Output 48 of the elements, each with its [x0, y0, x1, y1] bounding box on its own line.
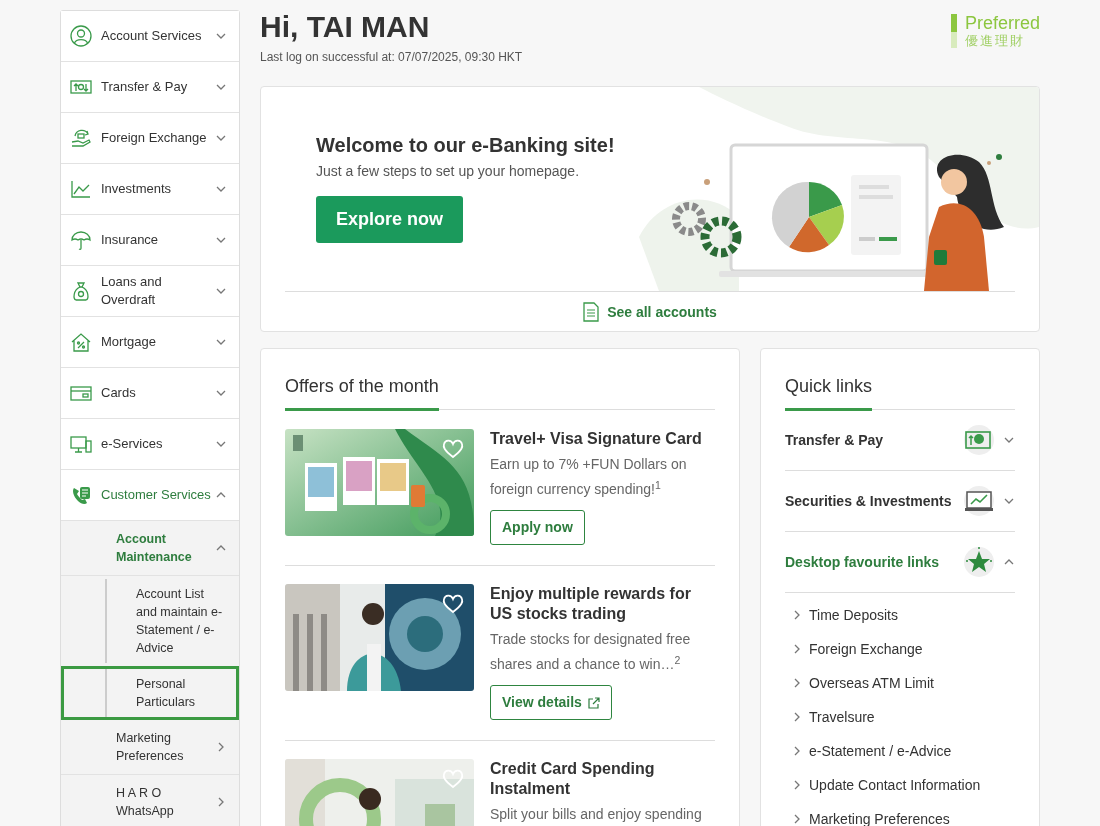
favourite-link[interactable]: Update Contact Information	[785, 768, 1015, 802]
explore-button[interactable]: Explore now	[316, 196, 463, 243]
submenu-item[interactable]: Account Maintenance	[61, 521, 239, 576]
submenu-link[interactable]: Account List and maintain e-Statement / e-Advice	[61, 576, 239, 666]
submenu-item[interactable]: Marketing Preferences	[61, 720, 239, 775]
accordion-header[interactable]: Desktop favourite links	[785, 532, 1015, 593]
line-chart-icon	[70, 178, 92, 200]
section-title: Offers of the month	[285, 373, 439, 411]
offer-title: Credit Card Spending Instalment	[490, 759, 656, 799]
welcome-subtitle: Just a few steps to set up your homepage.	[316, 162, 581, 181]
currency-exchange-icon	[70, 127, 92, 149]
offer-description: Earn up to 7% +FUN Dollars on foreign currency spending!$^{1}$	[490, 455, 688, 499]
monitor-icon	[70, 433, 92, 455]
greeting-heading: Hi, TAI MAN	[260, 10, 431, 44]
sidebar-item[interactable]: Account Services	[61, 11, 239, 62]
favourite-link[interactable]: Time Deposits	[785, 598, 1015, 632]
laptop-chart-icon	[963, 485, 995, 517]
user-icon	[70, 25, 92, 47]
favourite-link[interactable]: e-Statement / e-Advice	[785, 734, 1015, 768]
heart-icon[interactable]	[442, 594, 464, 614]
external-link-icon	[587, 696, 600, 709]
offer-button[interactable]: Apply now	[490, 510, 585, 545]
offer-description: Trade stocks for designated free shares and a chance to win…$^{2}$	[490, 630, 692, 674]
document-icon	[583, 302, 600, 322]
favourite-link[interactable]: Overseas ATM Limit	[785, 666, 1015, 700]
section-title: Quick links	[785, 373, 873, 411]
offer-description: Split your bills and enjoy spending	[490, 805, 703, 824]
see-all-accounts-link[interactable]: See all accounts	[583, 301, 717, 323]
tier-bar-icon	[950, 14, 957, 49]
tier-name-local: 優進理財	[964, 33, 1026, 49]
welcome-title: Welcome to our e-Banking site!	[316, 133, 615, 157]
money-transfer-icon	[963, 424, 995, 456]
favourite-link[interactable]: Marketing Preferences	[785, 802, 1015, 826]
accordion-header[interactable]: Securities & Investments	[785, 471, 1015, 532]
offer-button[interactable]: View details	[490, 685, 612, 720]
submenu-link[interactable]: Personal Particulars	[61, 666, 239, 720]
money-bag-icon	[70, 280, 92, 302]
house-icon	[70, 331, 92, 353]
favourite-link[interactable]: Foreign Exchange	[785, 632, 1015, 666]
favourite-link[interactable]: Travelsure	[785, 700, 1015, 734]
last-logon-text: Last log on successful at: 07/07/2025, 09:30 HKT	[260, 49, 523, 66]
umbrella-icon	[70, 229, 92, 251]
offer-title: Enjoy multiple rewards for US stocks trading	[490, 584, 692, 624]
submenu-item[interactable]: H A R O WhatsApp	[61, 775, 239, 826]
tier-name: Preferred	[964, 14, 1040, 33]
phone-icon	[70, 484, 92, 506]
offer-title: Travel+ Visa Signature Card	[490, 429, 703, 449]
accordion-header[interactable]: Transfer & Pay	[785, 410, 1015, 471]
